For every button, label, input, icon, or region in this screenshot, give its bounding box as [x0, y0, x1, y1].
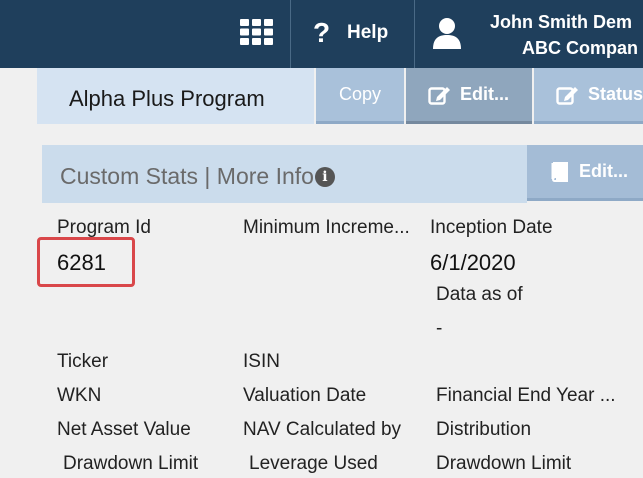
edit-button-label: Edit...: [460, 84, 509, 104]
ticker-label: Ticker: [57, 351, 109, 372]
topbar-divider: [414, 0, 415, 68]
data-as-of-label: Data as of: [436, 284, 523, 305]
highlight-box: [37, 237, 135, 287]
valuation-date-label: Valuation Date: [243, 385, 367, 406]
status-button-label: Status: [588, 84, 643, 104]
section-title: Custom Stats | More Info i: [60, 163, 335, 190]
book-icon: [551, 161, 568, 182]
isin-label: ISIN: [243, 351, 280, 372]
section-edit-label: Edit...: [579, 161, 628, 181]
distribution-label: Distribution: [436, 419, 532, 440]
question-mark-icon[interactable]: ?: [313, 19, 335, 47]
data-as-of-value: -: [436, 318, 443, 339]
edit-pencil-icon: [428, 86, 450, 105]
user-icon[interactable]: [432, 17, 462, 49]
user-company[interactable]: ABC Compan: [522, 38, 638, 59]
drawdown-limit-label: Drawdown Limit: [436, 453, 572, 474]
grid-apps-icon[interactable]: [240, 19, 274, 45]
program-title: Alpha Plus Program: [69, 86, 265, 111]
edit-program-button[interactable]: Edit...: [406, 68, 532, 124]
help-link[interactable]: Help: [347, 22, 388, 44]
program-id-label: Program Id: [57, 217, 151, 238]
info-icon[interactable]: i: [314, 166, 335, 187]
edit-pencil-icon: [556, 86, 578, 105]
wkn-label: WKN: [57, 385, 102, 406]
financial-end-year-label: Financial End Year ...: [436, 385, 616, 406]
inception-date-value: 6/1/2020: [430, 250, 516, 275]
section-title-text: Custom Stats | More Info: [60, 163, 314, 189]
status-button[interactable]: Status: [534, 68, 643, 124]
net-asset-value-label: Net Asset Value: [57, 419, 191, 440]
inception-date-label: Inception Date: [430, 217, 553, 238]
copy-button[interactable]: Copy: [316, 68, 404, 124]
edit-custom-stats-button[interactable]: Edit...: [527, 145, 643, 201]
minimum-increment-label: Minimum Increme...: [243, 217, 410, 238]
nav-calculated-by-label: NAV Calculated by: [243, 419, 402, 440]
user-name[interactable]: John Smith Dem: [490, 12, 632, 33]
copy-button-label: Copy: [338, 84, 382, 104]
topbar-divider: [290, 0, 291, 68]
leverage-used-label: Leverage Used: [249, 453, 378, 474]
drawdown-limit-label: Drawdown Limit: [63, 453, 199, 474]
